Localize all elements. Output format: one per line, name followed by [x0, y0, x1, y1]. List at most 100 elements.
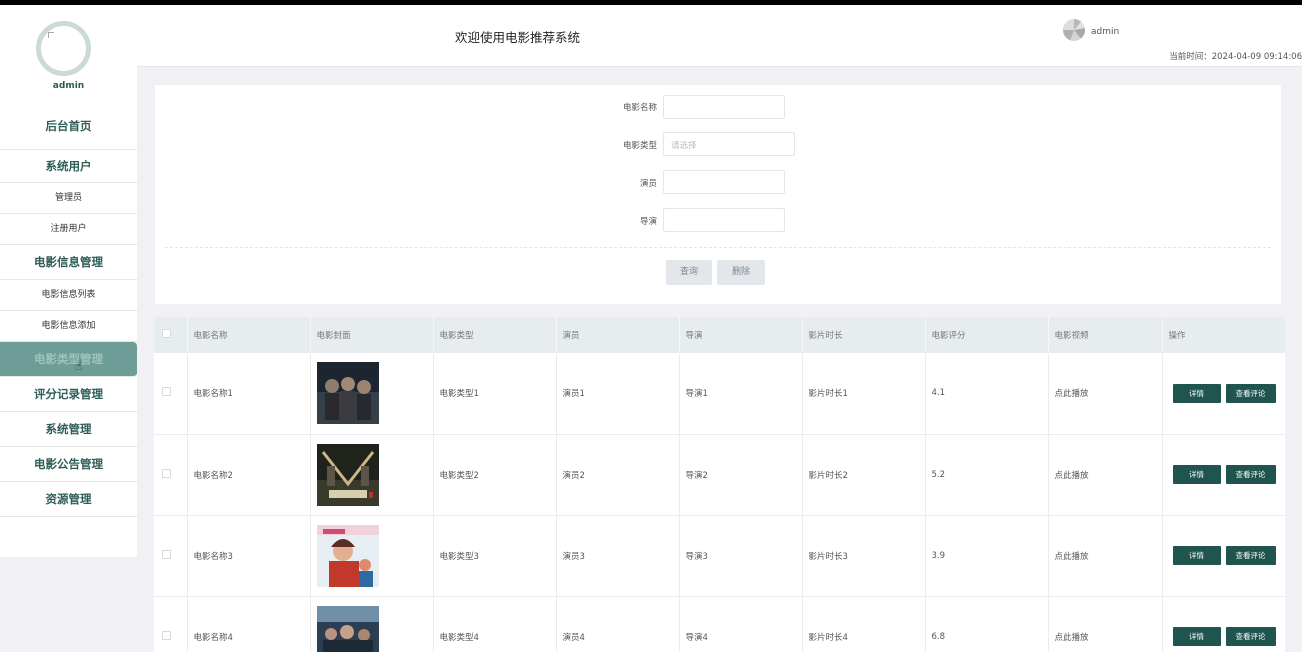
rating-cell: 4.1 — [925, 353, 1049, 435]
movie-type-select[interactable]: 请选择 — [663, 132, 795, 156]
sidebar-item-announcements[interactable]: 电影公告管理 — [0, 447, 137, 482]
sidebar-item-admins[interactable]: 管理员 — [0, 183, 137, 214]
row-select-cell — [154, 353, 188, 435]
sidebar-item-label: 电影信息列表 — [41, 290, 96, 300]
movie-table: 电影名称 电影封面 电影类型 演员 导演 影片时长 电影评分 电影视频 操作 电… — [154, 317, 1285, 652]
row-checkbox[interactable] — [162, 549, 171, 559]
movie-type-placeholder: 请选择 — [671, 141, 697, 151]
view-comments-button[interactable]: 查看评论 — [1225, 627, 1276, 646]
sidebar-item-label: 注册用户 — [50, 224, 87, 234]
select-all-checkbox[interactable] — [162, 329, 171, 338]
sidebar-item-system-management[interactable]: 系统管理 — [0, 412, 137, 447]
detail-button[interactable]: 详情 — [1172, 383, 1221, 403]
director-input[interactable] — [663, 208, 785, 232]
search-panel: 电影名称 电影类型 请选择 演员 导演 查询 删除 — [154, 84, 1282, 305]
sidebar-item-label: 电影类型管理 — [34, 352, 103, 366]
director-cell: 导演3 — [679, 515, 803, 597]
duration-cell: 影片时长1 — [802, 353, 926, 435]
movie-poster-cell — [310, 434, 434, 516]
table-row: 电影名称4 电影类型4 演员4 导演4 影片时长4 6.8 点此播放 详情 查看评… — [154, 596, 1285, 652]
sidebar-item-label: 电影信息管理 — [34, 255, 103, 269]
table-row: 电影名称3 电影类型3 演员3 导演3 影片时长3 3.9 点此播放 详情 查看评… — [154, 515, 1285, 597]
sidebar-item-movie-info[interactable]: 电影信息管理 — [0, 245, 137, 280]
table-row: 电影名称2 电影类型2 演员2 导演2 影片时长2 5.2 点此播放 详情 查看评… — [154, 434, 1285, 516]
movie-poster — [316, 362, 379, 425]
column-header: 电影评分 — [925, 317, 1049, 353]
broken-image-icon — [48, 32, 54, 38]
movie-name-cell: 电影名称3 — [187, 515, 311, 597]
column-header: 影片时长 — [802, 317, 926, 353]
table-header-row: 电影名称 电影封面 电影类型 演员 导演 影片时长 电影评分 电影视频 操作 — [154, 317, 1285, 353]
movie-poster-cell — [310, 353, 434, 435]
header-username[interactable]: admin — [1091, 27, 1119, 37]
table-row: 电影名称1 电影类型1 演员1 导演1 影片时长1 4.1 点此播放 详情 查看评… — [154, 353, 1285, 435]
movie-name-cell: 电影名称1 — [187, 353, 311, 435]
header: 欢迎使用电影推荐系统 admin 当前时间：2024-04-09 09:14:0… — [137, 5, 1302, 67]
sidebar-item-label: 资源管理 — [45, 492, 92, 506]
user-avatar-icon[interactable] — [1063, 19, 1085, 41]
detail-button[interactable]: 详情 — [1172, 627, 1221, 646]
avatar[interactable] — [36, 21, 91, 76]
detail-button[interactable]: 详情 — [1172, 546, 1221, 565]
delete-button[interactable]: 删除 — [717, 260, 765, 285]
column-header: 电影类型 — [433, 317, 557, 353]
play-link[interactable]: 点此播放 — [1048, 596, 1163, 652]
movie-type-cell: 电影类型4 — [433, 596, 557, 652]
column-header: 电影视频 — [1048, 317, 1163, 353]
row-select-cell — [154, 515, 188, 597]
director-cell: 导演2 — [679, 434, 803, 516]
sidebar-item-movie-add[interactable]: 电影信息添加 — [0, 311, 137, 342]
movie-name-cell: 电影名称2 — [187, 434, 311, 516]
actions-cell: 详情 查看评论 — [1162, 515, 1285, 597]
sidebar-item-label: 系统用户 — [45, 159, 92, 173]
select-all-cell — [154, 317, 188, 353]
column-header: 操作 — [1162, 317, 1285, 353]
movie-poster — [316, 605, 379, 652]
movie-name-cell: 电影名称4 — [187, 596, 311, 652]
sidebar-menu: 后台首页 系统用户 管理员 注册用户 电影信息管理 电影信息列表 电影信息添加 … — [0, 102, 137, 517]
sidebar-username: admin — [52, 81, 85, 91]
view-comments-button[interactable]: 查看评论 — [1225, 383, 1276, 403]
sidebar-item-movie-list[interactable]: 电影信息列表 — [0, 280, 137, 311]
actor-input[interactable] — [663, 170, 785, 194]
column-header: 演员 — [556, 317, 680, 353]
row-select-cell — [154, 596, 188, 652]
row-select-cell — [154, 434, 188, 516]
sidebar-item-resources[interactable]: 资源管理 — [0, 482, 137, 517]
actions-cell: 详情 查看评论 — [1162, 434, 1285, 516]
sidebar-item-label: 电影公告管理 — [34, 457, 103, 471]
movie-type-cell: 电影类型1 — [433, 353, 557, 435]
view-comments-button[interactable]: 查看评论 — [1225, 546, 1276, 565]
sidebar-item-movie-types[interactable]: 电影类型管理 — [0, 342, 137, 377]
play-link[interactable]: 点此播放 — [1048, 353, 1163, 435]
director-cell: 导演1 — [679, 353, 803, 435]
duration-cell: 影片时长4 — [802, 596, 926, 652]
row-checkbox[interactable] — [162, 387, 171, 397]
sidebar-item-registered-users[interactable]: 注册用户 — [0, 214, 137, 245]
sidebar-item-label: 评分记录管理 — [34, 387, 103, 401]
row-checkbox[interactable] — [162, 630, 171, 640]
play-link[interactable]: 点此播放 — [1048, 515, 1163, 597]
sidebar-item-label: 电影信息添加 — [41, 321, 96, 331]
detail-button[interactable]: 详情 — [1172, 465, 1221, 484]
movie-name-input[interactable] — [663, 95, 785, 119]
director-cell: 导演4 — [679, 596, 803, 652]
movie-poster-cell — [310, 515, 434, 597]
view-comments-button[interactable]: 查看评论 — [1225, 465, 1276, 484]
movie-type-cell: 电影类型2 — [433, 434, 557, 516]
actor-cell: 演员3 — [556, 515, 680, 597]
movie-poster-cell — [310, 596, 434, 652]
movie-type-label: 电影类型 — [622, 141, 657, 151]
row-checkbox[interactable] — [162, 468, 171, 478]
sidebar-item-home[interactable]: 后台首页 — [0, 102, 137, 150]
movie-poster — [316, 524, 379, 587]
actor-cell: 演员1 — [556, 353, 680, 435]
duration-cell: 影片时长2 — [802, 434, 926, 516]
sidebar-item-system-users[interactable]: 系统用户 — [0, 150, 137, 183]
sidebar: admin 后台首页 系统用户 管理员 注册用户 电影信息管理 电影信息列表 电… — [0, 5, 137, 557]
actor-cell: 演员2 — [556, 434, 680, 516]
query-button[interactable]: 查询 — [666, 260, 712, 285]
page-title: 欢迎使用电影推荐系统 — [455, 30, 581, 45]
play-link[interactable]: 点此播放 — [1048, 434, 1163, 516]
sidebar-item-rating-records[interactable]: 评分记录管理 — [0, 377, 137, 412]
